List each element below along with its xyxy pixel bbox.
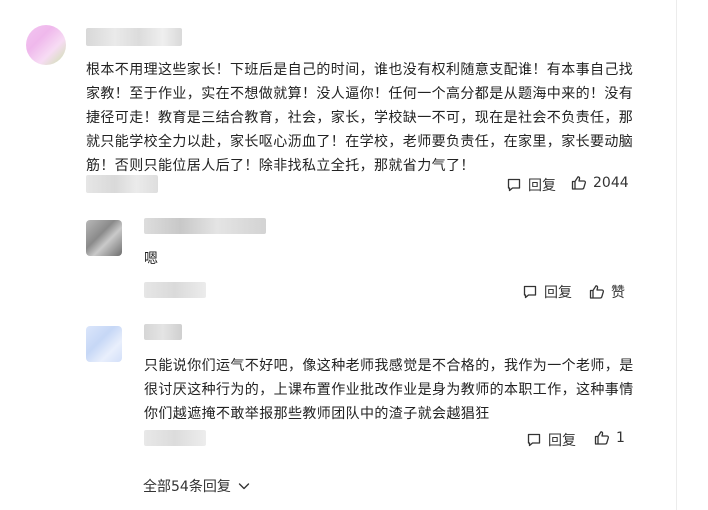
comment-bubble-icon xyxy=(507,178,521,192)
comment-bubble-icon xyxy=(527,433,541,447)
timestamp xyxy=(86,175,158,193)
thumbs-up-icon xyxy=(571,176,587,190)
show-all-replies-label: 全部54条回复 xyxy=(143,479,231,495)
comment-bubble-icon xyxy=(523,285,537,299)
chevron-down-icon xyxy=(238,483,250,490)
like-button[interactable]: 2044 xyxy=(571,175,629,191)
comment-text: 只能说你们运气不好吧，像这种老师我感觉是不合格的，我作为一个老师，是 很讨厌这种… xyxy=(144,354,634,426)
reply-label: 回复 xyxy=(528,178,556,194)
avatar[interactable] xyxy=(86,220,122,256)
scrollbar-track[interactable] xyxy=(676,0,677,510)
timestamp xyxy=(144,282,206,298)
avatar[interactable] xyxy=(26,25,66,65)
timestamp xyxy=(144,430,206,446)
like-label: 赞 xyxy=(611,285,625,301)
comment-text: 嗯 xyxy=(144,251,159,267)
thumbs-up-icon xyxy=(594,431,610,445)
like-button[interactable]: 1 xyxy=(594,430,625,446)
comment-text-line: 根本不用理这些家长！下班后是自己的时间，谁也没有权利随意支配谁！有本事自己找 xyxy=(86,62,634,78)
reply-label: 回复 xyxy=(544,285,572,301)
comment-text-line: 就只能学校全力以赴，家长呕心沥血了！在学校，老师要负责任，在家里，家长要动脑 xyxy=(86,134,634,150)
username[interactable] xyxy=(86,28,182,46)
reply-label: 回复 xyxy=(548,433,576,449)
thumbs-up-icon xyxy=(589,285,605,299)
comment-text-line: 捷径可走！教育是三结合教育，社会，家长，学校缺一不可，现在是社会不负责任，那 xyxy=(86,110,634,126)
username[interactable] xyxy=(144,324,182,340)
comment-text: 根本不用理这些家长！下班后是自己的时间，谁也没有权利随意支配谁！有本事自己找 家… xyxy=(86,58,633,178)
like-count: 1 xyxy=(616,430,625,446)
reply-button[interactable]: 回复 xyxy=(506,175,556,195)
comment-text-line: 只能说你们运气不好吧，像这种老师我感觉是不合格的，我作为一个老师，是 xyxy=(144,358,634,374)
username[interactable] xyxy=(144,218,266,234)
comment-text-line: 很讨厌这种行为的，上课布置作业批改作业是身为教师的本职工作，这种事情 xyxy=(144,382,634,398)
like-button[interactable]: 赞 xyxy=(589,282,625,302)
reply-button[interactable]: 回复 xyxy=(526,430,576,450)
comment-text-line: 家教！至于作业，实在不想做就算！没人逼你！任何一个高分都是从题海中来的！没有 xyxy=(86,86,634,102)
reply-button[interactable]: 回复 xyxy=(522,282,572,302)
show-all-replies-button[interactable]: 全部54条回复 xyxy=(143,476,251,496)
like-count: 2044 xyxy=(593,175,629,191)
comment-text-line: 你们越遮掩不敢举报那些教师团队中的渣子就会越猖狂 xyxy=(144,406,490,422)
avatar[interactable] xyxy=(86,326,122,362)
